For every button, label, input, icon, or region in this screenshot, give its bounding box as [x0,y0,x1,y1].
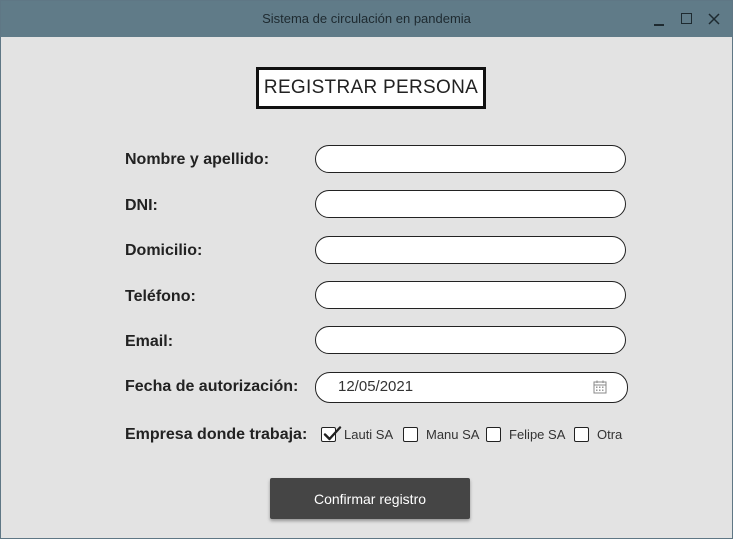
checkbox-label: Otra [597,427,623,442]
telefono-input[interactable] [315,281,626,309]
calendar-icon[interactable] [593,380,607,394]
close-button[interactable] [704,9,724,29]
telefono-label: Teléfono: [125,288,196,305]
window-title: Sistema de circulación en pandemia [262,11,471,26]
checkbox-label: Manu SA [426,427,480,442]
close-icon [708,13,720,25]
empresa-label: Empresa donde trabaja: [125,426,308,443]
checkbox-box[interactable] [403,427,418,442]
checkbox-box[interactable] [574,427,589,442]
confirm-registration-button[interactable]: Confirmar registro [270,478,470,519]
domicilio-input[interactable] [315,236,626,264]
fecha-autorizacion-picker[interactable]: 12/05/2021 [315,372,628,403]
fecha-label: Fecha de autorización: [125,378,299,395]
nombre-label: Nombre y apellido: [125,151,270,168]
maximize-icon [681,13,692,24]
email-label: Email: [125,333,174,350]
domicilio-label: Domicilio: [125,242,203,259]
dni-label: DNI: [125,197,158,214]
dni-input[interactable] [315,190,626,218]
page-title: REGISTRAR PERSONA [256,67,486,109]
maximize-button[interactable] [677,9,697,29]
checkbox-label: Felipe SA [509,427,566,442]
checkbox-label: Lauti SA [344,427,394,442]
checkmark-icon [323,426,342,441]
email-input[interactable] [315,326,626,354]
minimize-button[interactable] [649,9,669,29]
nombre-apellido-input[interactable] [315,145,626,173]
title-bar[interactable]: Sistema de circulación en pandemia [1,1,732,37]
app-window: Sistema de circulación en pandemia REGIS… [0,0,733,539]
fecha-value: 12/05/2021 [338,378,414,395]
checkbox-box[interactable] [486,427,501,442]
minimize-icon [654,24,664,26]
